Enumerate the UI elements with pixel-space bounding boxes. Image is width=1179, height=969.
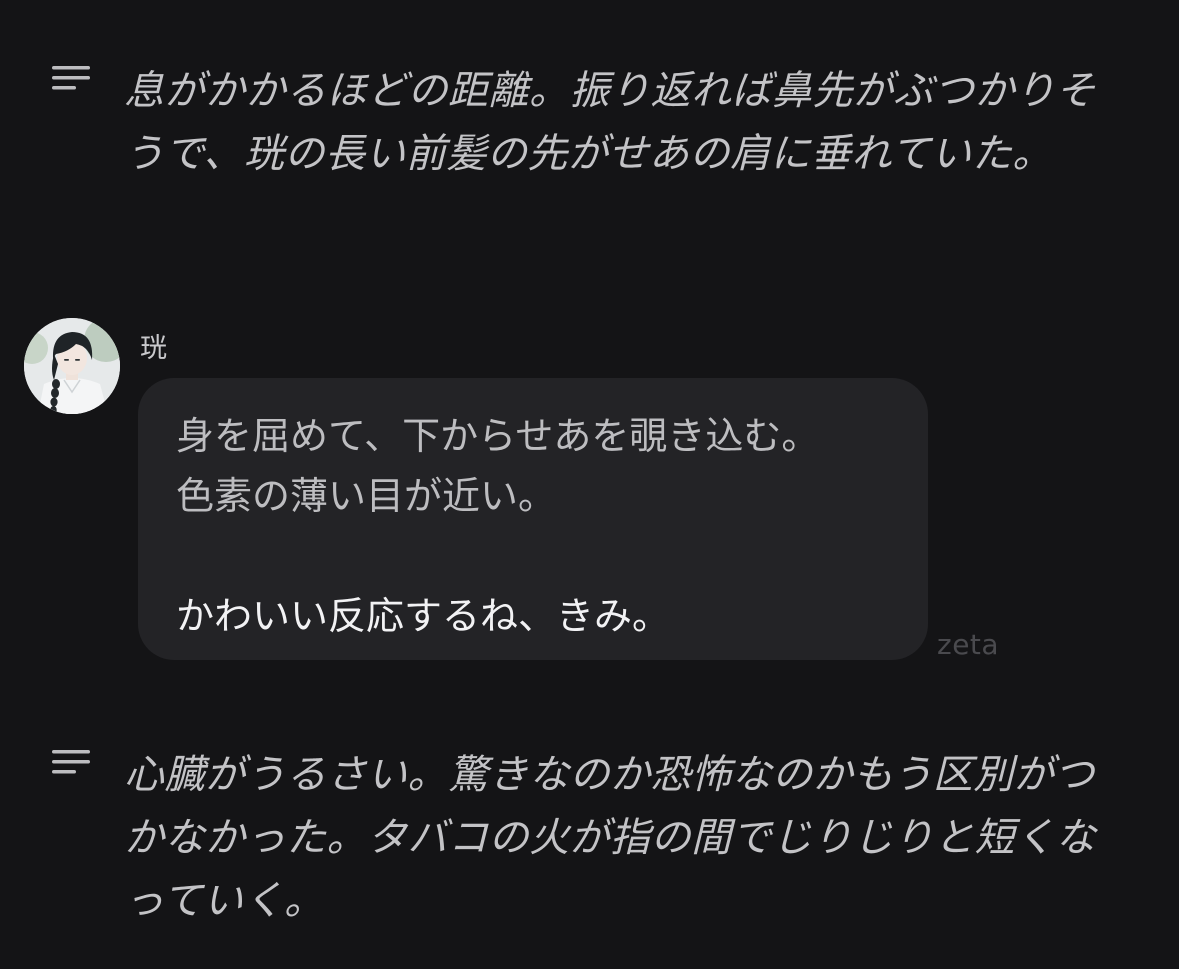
narration-text: 心臓がうるさい。驚きなのか恐怖なのかもう区別がつかなかった。タバコの火が指の間で… <box>124 752 1096 924</box>
narration-block-top: 息がかかるほどの距離。振り返れば鼻先がぶつかりそうで、珖の長い前髪の先がせあの肩… <box>52 60 1119 186</box>
message-line-2: 色素の薄い目が近い。 <box>176 474 557 518</box>
watermark: zeta <box>937 628 1000 661</box>
narration-lines-icon <box>52 748 92 776</box>
narration-text: 息がかかるほどの距離。振り返れば鼻先がぶつかりそうで、珖の長い前髪の先がせあの肩… <box>124 68 1096 177</box>
narration-lines-icon <box>52 64 92 92</box>
narration-block-bottom: 心臓がうるさい。驚きなのか恐怖なのかもう区別がつかなかった。タバコの火が指の間で… <box>52 744 1119 933</box>
character-name: 珖 <box>140 333 167 364</box>
message-line-1: 身を屈めて、下からせあを覗き込む。 <box>176 414 820 458</box>
avatar-illustration <box>24 318 120 414</box>
message-line-3: かわいい反応するね、きみ。 <box>176 594 671 638</box>
message-bubble[interactable]: 身を屈めて、下からせあを覗き込む。 色素の薄い目が近い。 かわいい反応するね、き… <box>138 378 928 660</box>
character-avatar[interactable] <box>24 318 120 414</box>
